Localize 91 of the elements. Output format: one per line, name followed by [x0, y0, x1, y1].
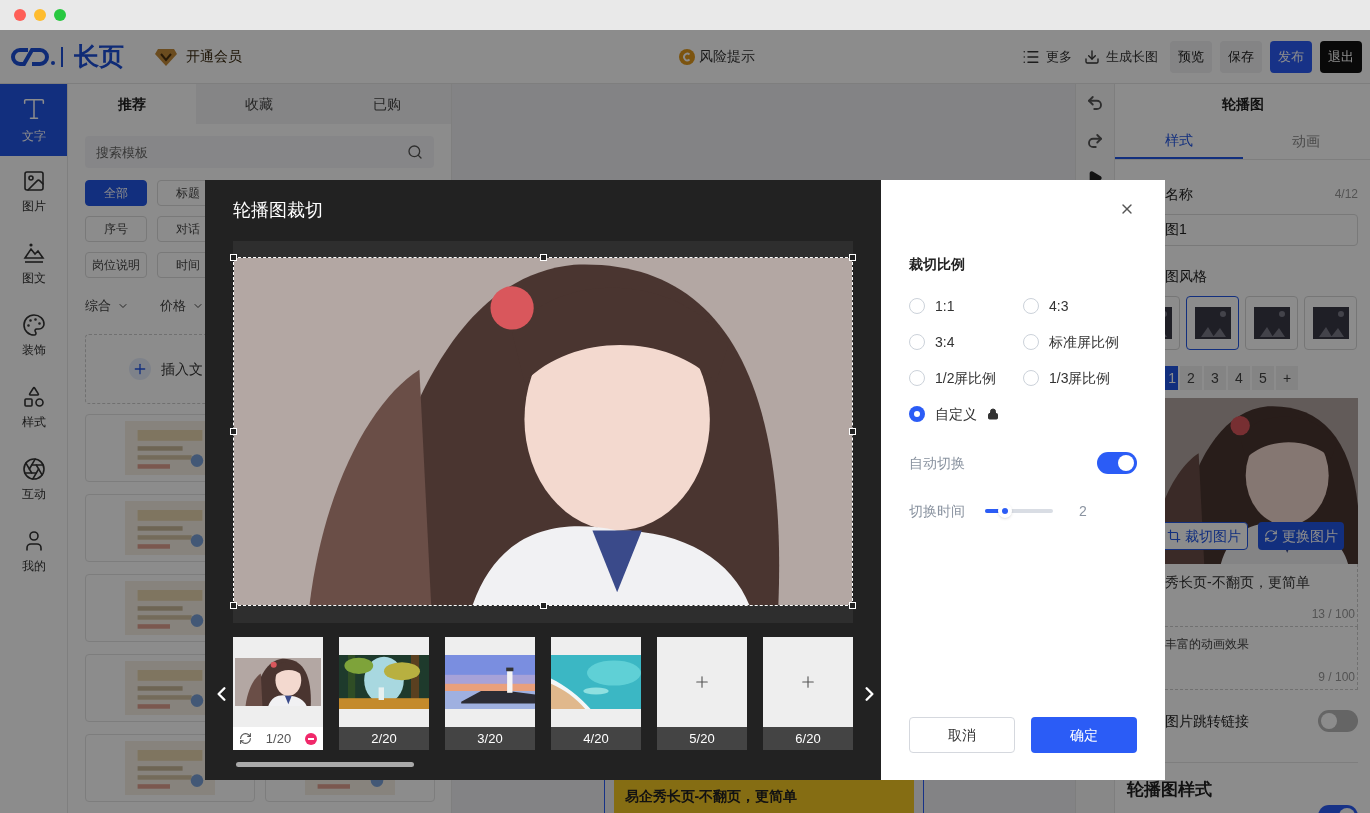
- caption-text: 秀长页-不翻页，更简单: [1165, 573, 1311, 592]
- category-chip[interactable]: 岗位说明: [85, 252, 147, 278]
- download-icon: [1084, 48, 1100, 65]
- rotate-icon[interactable]: [239, 732, 252, 745]
- refresh-icon: [1264, 529, 1278, 543]
- replace-image-button[interactable]: 更换图片: [1258, 522, 1344, 550]
- export-long-image-button[interactable]: 生成长图: [1084, 46, 1158, 67]
- remove-icon[interactable]: [305, 732, 317, 745]
- link-toggle[interactable]: [1318, 710, 1358, 732]
- caption-text: 丰富的动画效果: [1165, 636, 1250, 653]
- coin-icon: [679, 48, 695, 65]
- category-chip[interactable]: 序号: [85, 216, 147, 242]
- crop-handle[interactable]: [230, 428, 237, 435]
- field-label: 名称: [1165, 184, 1193, 204]
- setting-label: 切换时间: [909, 501, 966, 521]
- category-chip[interactable]: 全部: [85, 180, 147, 206]
- scrollbar[interactable]: [236, 762, 414, 767]
- ratio-option[interactable]: 标准屏比例: [1023, 332, 1137, 352]
- risk-notice-link[interactable]: 风险提示: [679, 46, 755, 67]
- thumbnail-label: 3/20: [445, 727, 535, 750]
- crop-handle[interactable]: [230, 254, 237, 261]
- vip-link[interactable]: 开通会员: [154, 46, 242, 67]
- char-count: 13 / 100: [1311, 606, 1355, 623]
- field-label: 图风格: [1164, 267, 1208, 286]
- page-tab[interactable]: 5: [1252, 366, 1274, 390]
- redo-icon[interactable]: [1086, 132, 1104, 150]
- page-tab[interactable]: 3: [1204, 366, 1226, 390]
- cancel-button[interactable]: 取消: [909, 717, 1015, 753]
- page-tab[interactable]: 2: [1180, 366, 1202, 390]
- page-tab[interactable]: 4: [1228, 366, 1250, 390]
- sidebar-item[interactable]: 图片: [0, 156, 67, 228]
- crop-handle[interactable]: [230, 602, 237, 609]
- ratio-option[interactable]: 3:4: [909, 332, 1023, 352]
- wheel-icon: [21, 457, 46, 481]
- panel-tab[interactable]: 动画: [1242, 124, 1370, 159]
- crop-handle[interactable]: [849, 602, 856, 609]
- crop-handle[interactable]: [540, 254, 547, 261]
- header-button[interactable]: 退出: [1320, 40, 1362, 73]
- sidebar-item[interactable]: 图文: [0, 228, 67, 300]
- palette-icon: [21, 313, 46, 337]
- confirm-button[interactable]: 确定: [1031, 717, 1137, 753]
- ratio-option[interactable]: 1:1: [909, 296, 1023, 316]
- setting-label: 自动切换: [909, 453, 965, 473]
- slider-value: 2: [1079, 501, 1087, 521]
- sidebar-item[interactable]: 装饰: [0, 300, 67, 372]
- section-title: 轮播图样式: [1127, 780, 1212, 799]
- sidebar-item[interactable]: 互动: [0, 444, 67, 516]
- header-button[interactable]: 发布: [1270, 40, 1312, 73]
- dialog-title: 轮播图裁切: [232, 199, 324, 222]
- char-count: 4/12: [1334, 186, 1358, 203]
- thumbnail-label: 2/20: [339, 727, 429, 750]
- sort-dropdown[interactable]: 综合: [85, 296, 160, 316]
- logo-text: 长页: [74, 40, 124, 72]
- setting-label: 图片跳转链接: [1165, 711, 1249, 731]
- sidebar-item[interactable]: 样式: [0, 372, 67, 444]
- header-button[interactable]: 保存: [1220, 40, 1262, 73]
- crop-handle[interactable]: [849, 254, 856, 261]
- diamond-icon: [154, 46, 178, 67]
- thumbnail-label: 4/20: [551, 727, 641, 750]
- image-icon: [21, 169, 46, 193]
- style-option[interactable]: [1186, 296, 1239, 350]
- search-field[interactable]: 搜索模板: [85, 136, 434, 168]
- library-tab[interactable]: 已购: [323, 84, 451, 124]
- interval-slider[interactable]: [985, 504, 1053, 518]
- banner: 易企秀长页-不翻页，更简单: [613, 780, 914, 813]
- plus-icon: [129, 358, 151, 380]
- undo-icon[interactable]: [1086, 94, 1104, 112]
- shapes-icon: [21, 385, 46, 409]
- thumbnail-label: 5/20: [657, 727, 747, 750]
- ratio-option[interactable]: 4:3: [1023, 296, 1137, 316]
- header-button[interactable]: 预览: [1170, 40, 1212, 73]
- crop-icon: [1167, 529, 1181, 543]
- mountain-icon: [21, 241, 46, 265]
- thumbnail-label: 1/20: [265, 729, 292, 748]
- ratio-option[interactable]: 1/2屏比例: [909, 368, 1023, 388]
- sort-dropdown[interactable]: 价格: [160, 296, 235, 316]
- sidebar-item[interactable]: 我的: [0, 516, 67, 588]
- section-title: 裁切比例: [909, 255, 966, 274]
- library-tab[interactable]: 收藏: [195, 84, 324, 124]
- sidebar-item[interactable]: 文字: [0, 84, 67, 156]
- page-tab[interactable]: +: [1276, 366, 1298, 390]
- crop-handle[interactable]: [849, 428, 856, 435]
- panel-tab[interactable]: 样式: [1115, 124, 1243, 159]
- crop-handle[interactable]: [540, 602, 547, 609]
- ratio-option[interactable]: 1/3屏比例: [1023, 368, 1137, 388]
- more-menu-button[interactable]: 更多: [1022, 46, 1072, 67]
- search-icon[interactable]: [407, 144, 423, 160]
- panel-title: 轮播图: [1220, 94, 1265, 114]
- thumbnail-label: 6/20: [763, 727, 853, 750]
- ratio-option[interactable]: 自定义: [909, 404, 1023, 424]
- auto-switch-toggle[interactable]: [1097, 452, 1137, 474]
